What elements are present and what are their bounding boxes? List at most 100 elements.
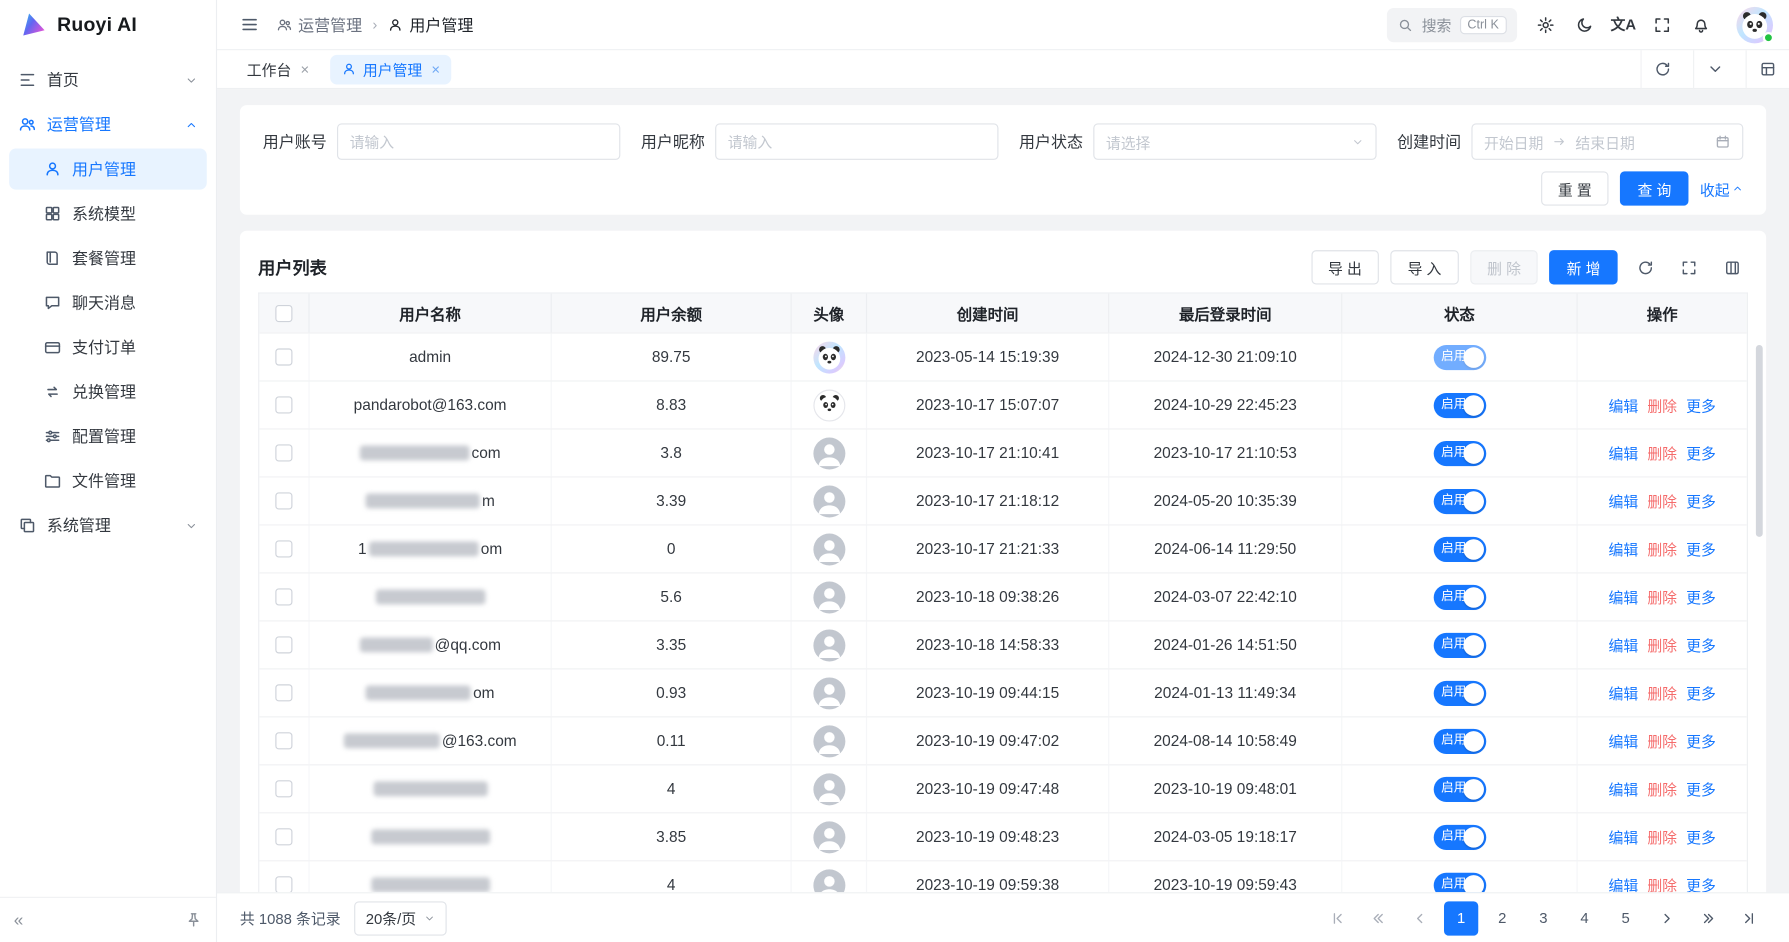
row-action-more[interactable]: 更多 bbox=[1686, 490, 1716, 512]
row-action-edit[interactable]: 编辑 bbox=[1608, 634, 1638, 656]
sidebar-item-payment-orders[interactable]: 支付订单 bbox=[9, 327, 207, 368]
row-action-more[interactable]: 更多 bbox=[1686, 538, 1716, 560]
nickname-input[interactable] bbox=[715, 123, 998, 160]
table-scrollbar[interactable] bbox=[1756, 345, 1763, 825]
row-action-delete[interactable]: 删除 bbox=[1647, 586, 1677, 608]
content-fullscreen-icon[interactable] bbox=[1746, 50, 1789, 89]
row-checkbox[interactable] bbox=[275, 684, 292, 701]
row-checkbox[interactable] bbox=[275, 828, 292, 845]
date-range-picker[interactable]: 开始日期 结束日期 bbox=[1471, 123, 1743, 160]
pagination-prev-button[interactable] bbox=[1403, 901, 1437, 935]
page-button-2[interactable]: 2 bbox=[1485, 901, 1519, 935]
row-action-more[interactable]: 更多 bbox=[1686, 730, 1716, 752]
row-checkbox[interactable] bbox=[275, 492, 292, 509]
search-button[interactable]: 查 询 bbox=[1620, 171, 1688, 205]
row-action-delete[interactable]: 删除 bbox=[1647, 538, 1677, 560]
collapse-filter-link[interactable]: 收起 bbox=[1700, 178, 1743, 200]
row-checkbox[interactable] bbox=[275, 444, 292, 461]
export-button[interactable]: 导 出 bbox=[1311, 250, 1379, 284]
close-icon[interactable]: × bbox=[431, 61, 440, 78]
account-input[interactable] bbox=[337, 123, 620, 160]
row-action-delete[interactable]: 删除 bbox=[1647, 442, 1677, 464]
sidebar-item-operations[interactable]: 运营管理 bbox=[9, 104, 207, 145]
page-button-4[interactable]: 4 bbox=[1567, 901, 1601, 935]
user-avatar-button[interactable] bbox=[1736, 6, 1773, 43]
tab-workbench[interactable]: 工作台 × bbox=[235, 54, 320, 84]
table-fullscreen-icon[interactable] bbox=[1672, 251, 1704, 283]
theme-moon-icon[interactable] bbox=[1567, 7, 1601, 41]
hamburger-menu-icon[interactable] bbox=[233, 9, 265, 41]
row-action-delete[interactable]: 删除 bbox=[1647, 730, 1677, 752]
status-toggle[interactable]: 启用 bbox=[1433, 728, 1486, 753]
notification-bell-icon[interactable] bbox=[1684, 7, 1718, 41]
row-action-delete[interactable]: 删除 bbox=[1647, 394, 1677, 416]
row-action-more[interactable]: 更多 bbox=[1686, 394, 1716, 416]
row-action-edit[interactable]: 编辑 bbox=[1608, 730, 1638, 752]
status-toggle[interactable]: 启用 bbox=[1433, 632, 1486, 657]
row-action-more[interactable]: 更多 bbox=[1686, 586, 1716, 608]
row-action-edit[interactable]: 编辑 bbox=[1608, 682, 1638, 704]
status-toggle[interactable]: 启用 bbox=[1433, 824, 1486, 849]
row-action-delete[interactable]: 删除 bbox=[1647, 490, 1677, 512]
status-toggle[interactable]: 启用 bbox=[1433, 392, 1486, 417]
row-action-edit[interactable]: 编辑 bbox=[1608, 538, 1638, 560]
status-toggle[interactable]: 启用 bbox=[1433, 776, 1486, 801]
sidebar-item-exchange-management[interactable]: 兑换管理 bbox=[9, 371, 207, 412]
status-select[interactable]: 请选择 bbox=[1093, 123, 1376, 160]
delete-button[interactable]: 删 除 bbox=[1470, 250, 1538, 284]
translate-icon[interactable]: 文A bbox=[1606, 7, 1640, 41]
sidebar-item-file-management[interactable]: 文件管理 bbox=[9, 460, 207, 501]
pagination-next-group-button[interactable] bbox=[1691, 901, 1725, 935]
row-action-edit[interactable]: 编辑 bbox=[1608, 394, 1638, 416]
row-checkbox[interactable] bbox=[275, 396, 292, 413]
pagination-last-button[interactable] bbox=[1732, 901, 1766, 935]
pagination-first-button[interactable] bbox=[1321, 901, 1355, 935]
page-size-select[interactable]: 20条/页 bbox=[354, 901, 447, 935]
reset-button[interactable]: 重 置 bbox=[1541, 171, 1609, 205]
row-action-edit[interactable]: 编辑 bbox=[1608, 778, 1638, 800]
import-button[interactable]: 导 入 bbox=[1390, 250, 1458, 284]
row-action-more[interactable]: 更多 bbox=[1686, 874, 1716, 892]
row-checkbox[interactable] bbox=[275, 876, 292, 892]
add-button[interactable]: 新 增 bbox=[1550, 250, 1618, 284]
page-button-1[interactable]: 1 bbox=[1444, 901, 1478, 935]
row-action-more[interactable]: 更多 bbox=[1686, 826, 1716, 848]
row-action-delete[interactable]: 删除 bbox=[1647, 826, 1677, 848]
status-toggle[interactable]: 启用 bbox=[1433, 440, 1486, 465]
sidebar-collapse-button[interactable]: « bbox=[14, 910, 24, 929]
status-toggle[interactable]: 启用 bbox=[1433, 344, 1486, 369]
sidebar-item-package-management[interactable]: 套餐管理 bbox=[9, 238, 207, 279]
pagination-prev-group-button[interactable] bbox=[1362, 901, 1396, 935]
row-action-delete[interactable]: 删除 bbox=[1647, 874, 1677, 892]
sidebar-item-system-model[interactable]: 系统模型 bbox=[9, 193, 207, 234]
sidebar-item-user-management[interactable]: 用户管理 bbox=[9, 149, 207, 190]
row-action-edit[interactable]: 编辑 bbox=[1608, 874, 1638, 892]
sidebar-item-home[interactable]: 首页 bbox=[9, 59, 207, 100]
status-toggle[interactable]: 启用 bbox=[1433, 536, 1486, 561]
tab-options-chevron-icon[interactable] bbox=[1693, 50, 1736, 89]
row-checkbox[interactable] bbox=[275, 588, 292, 605]
status-toggle[interactable]: 启用 bbox=[1433, 680, 1486, 705]
status-toggle[interactable]: 启用 bbox=[1433, 488, 1486, 513]
status-toggle[interactable]: 启用 bbox=[1433, 872, 1486, 892]
refresh-page-icon[interactable] bbox=[1640, 50, 1683, 89]
refresh-table-icon[interactable] bbox=[1629, 251, 1661, 283]
select-all-checkbox[interactable] bbox=[275, 304, 292, 321]
row-action-edit[interactable]: 编辑 bbox=[1608, 826, 1638, 848]
settings-gear-icon[interactable] bbox=[1529, 7, 1563, 41]
row-checkbox[interactable] bbox=[275, 732, 292, 749]
row-action-more[interactable]: 更多 bbox=[1686, 442, 1716, 464]
row-checkbox[interactable] bbox=[275, 780, 292, 797]
tab-user-management[interactable]: 用户管理 × bbox=[330, 54, 452, 84]
row-action-edit[interactable]: 编辑 bbox=[1608, 586, 1638, 608]
pin-icon[interactable] bbox=[185, 912, 202, 929]
row-action-delete[interactable]: 删除 bbox=[1647, 682, 1677, 704]
row-checkbox[interactable] bbox=[275, 636, 292, 653]
close-icon[interactable]: × bbox=[300, 61, 309, 78]
fullscreen-icon[interactable] bbox=[1645, 7, 1679, 41]
row-action-more[interactable]: 更多 bbox=[1686, 778, 1716, 800]
pagination-next-button[interactable] bbox=[1650, 901, 1684, 935]
row-action-more[interactable]: 更多 bbox=[1686, 634, 1716, 656]
page-button-5[interactable]: 5 bbox=[1608, 901, 1642, 935]
row-checkbox[interactable] bbox=[275, 540, 292, 557]
